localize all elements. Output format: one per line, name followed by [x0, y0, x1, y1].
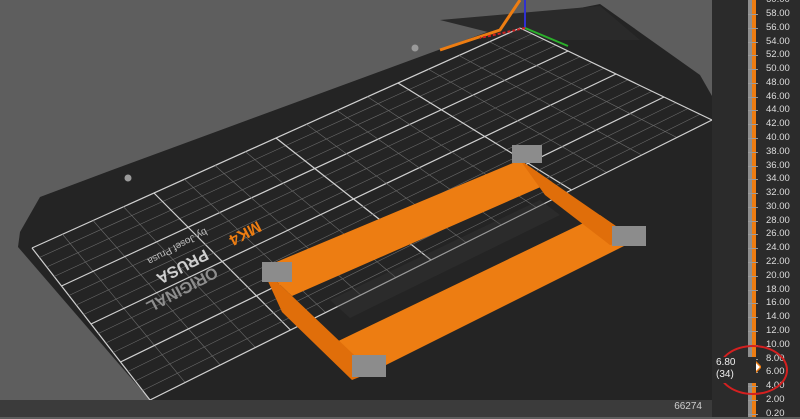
layer-tick-label: 14.00 — [766, 311, 790, 323]
layer-tick-label: 2.00 — [766, 393, 785, 405]
layer-tick-label: 12.00 — [766, 324, 790, 336]
bed-hole — [411, 44, 419, 52]
layer-tick-mark — [748, 41, 758, 43]
layer-readout: 6.80 (34) — [716, 357, 756, 383]
model-support-pad — [512, 145, 542, 163]
layer-tick-mark — [748, 27, 758, 29]
layer-tick-mark — [748, 220, 758, 222]
layer-tick-label: 38.00 — [766, 145, 790, 157]
model-support-pad — [352, 355, 386, 377]
layer-tick-mark — [748, 179, 758, 181]
layer-tick-label: 24.00 — [766, 242, 790, 254]
layer-number-value: (34) — [716, 369, 734, 380]
layer-tick-mark — [748, 413, 758, 415]
layer-tick-label: 26.00 — [766, 228, 790, 240]
layer-tick-label: 46.00 — [766, 90, 790, 102]
model-support-pad — [612, 226, 646, 246]
layer-tick-mark — [748, 82, 758, 84]
layer-tick-label: 22.00 — [766, 256, 790, 268]
layer-tick-mark — [748, 206, 758, 208]
layer-tick-mark — [748, 303, 758, 305]
layer-tick-label: 50.00 — [766, 63, 790, 75]
layer-tick-mark — [748, 69, 758, 71]
layer-tick-label: 60.00 — [766, 0, 790, 5]
layer-tick-mark — [748, 55, 758, 57]
layer-tick-mark — [748, 110, 758, 112]
layer-tick-label: 52.00 — [766, 49, 790, 61]
layer-tick-label: 42.00 — [766, 118, 790, 130]
layer-height-value: 6.80 — [716, 357, 736, 368]
bed-hole — [124, 174, 132, 182]
layer-tick-mark — [748, 124, 758, 126]
layer-tick-mark — [748, 399, 758, 401]
layer-tick-mark — [748, 330, 758, 332]
layer-tick-label: 28.00 — [766, 214, 790, 226]
status-bar: 66274 — [0, 400, 712, 417]
layer-tick-mark — [748, 14, 758, 15]
status-count: 66274 — [674, 401, 702, 412]
layer-tick-mark — [748, 289, 758, 291]
layer-tick-label: 20.00 — [766, 269, 790, 281]
layer-tick-label: 16.00 — [766, 297, 790, 309]
layer-tick-label: 18.00 — [766, 283, 790, 295]
layer-tick-mark — [748, 151, 758, 153]
layer-tick-label: 56.00 — [766, 21, 790, 33]
layer-tick-label: 36.00 — [766, 159, 790, 171]
layer-tick-label: 30.00 — [766, 200, 790, 212]
layer-tick-mark — [748, 96, 758, 98]
layer-tick-label: 54.00 — [766, 35, 790, 47]
layer-tick-label: 32.00 — [766, 187, 790, 199]
layer-tick-label: 0.20 — [766, 407, 785, 419]
layer-tick-mark — [748, 275, 758, 277]
layer-tick-mark — [748, 165, 758, 167]
3d-viewport[interactable]: ORIGINAL PRUSA MK4 by Josef Prusa — [0, 0, 800, 417]
layer-tick-mark — [748, 138, 758, 140]
model-support-pad — [262, 262, 292, 282]
layer-tick-label: 40.00 — [766, 132, 790, 144]
layer-tick-label: 44.00 — [766, 104, 790, 116]
layer-tick-mark — [748, 193, 758, 195]
layer-tick-label: 58.00 — [766, 8, 790, 19]
layer-tick-label: 34.00 — [766, 173, 790, 185]
layer-tick-mark — [748, 234, 758, 236]
print-bed-scene: ORIGINAL PRUSA MK4 by Josef Prusa — [18, 0, 712, 400]
layer-tick-mark — [748, 317, 758, 319]
layer-tick-mark — [748, 262, 758, 264]
layer-tick-label: 48.00 — [766, 76, 790, 88]
layer-tick-mark — [748, 248, 758, 250]
